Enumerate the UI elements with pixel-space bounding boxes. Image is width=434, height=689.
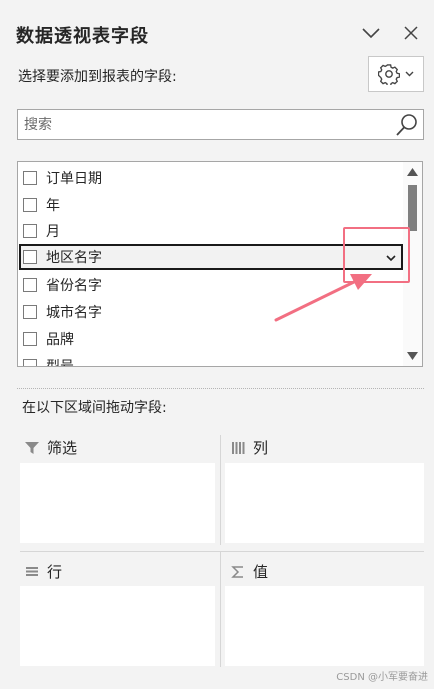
field-label: 省份名字 <box>46 277 102 294</box>
field-label: 地区名字 <box>46 250 102 266</box>
areas-instruction: 在以下区域间拖动字段: <box>22 400 167 416</box>
rows-area-header: 行 <box>25 561 62 582</box>
field-list-instruction: 选择要添加到报表的字段: <box>18 69 177 85</box>
rows-icon <box>26 566 38 576</box>
scroll-up-arrow-icon[interactable] <box>407 168 418 176</box>
close-icon <box>404 26 418 40</box>
columns-drop-zone[interactable] <box>225 463 424 543</box>
field-item-model[interactable]: 型号 <box>18 352 404 367</box>
field-item-order-date[interactable]: 订单日期 <box>18 164 404 191</box>
area-separator <box>20 551 424 552</box>
chevron-down-icon <box>362 28 380 39</box>
field-checkbox[interactable] <box>23 197 37 212</box>
field-checkbox[interactable] <box>23 250 37 264</box>
scroll-down-arrow-icon[interactable] <box>407 352 418 360</box>
rows-drop-zone[interactable] <box>20 586 215 666</box>
panel-title: 数据透视表字段 <box>16 26 149 47</box>
area-separator <box>220 552 221 667</box>
rows-area-label: 行 <box>47 563 63 581</box>
gear-icon <box>378 64 400 85</box>
close-button[interactable] <box>400 22 422 44</box>
field-checkbox[interactable] <box>23 277 37 292</box>
field-label: 年 <box>46 197 60 214</box>
field-label: 型号 <box>46 358 74 367</box>
field-label: 品牌 <box>46 331 74 348</box>
field-label: 订单日期 <box>46 170 102 187</box>
search-box[interactable] <box>17 109 424 140</box>
field-label: 城市名字 <box>46 304 102 321</box>
field-checkbox[interactable] <box>23 170 37 185</box>
values-area-header: 值 <box>231 561 268 582</box>
values-area-label: 值 <box>253 563 269 581</box>
columns-area-label: 列 <box>253 439 269 457</box>
field-checkbox[interactable] <box>23 331 37 346</box>
filters-area-header: 筛选 <box>25 437 77 458</box>
field-checkbox[interactable] <box>23 223 37 238</box>
search-icon[interactable] <box>395 113 419 137</box>
section-divider <box>17 388 424 389</box>
field-label: 月 <box>46 223 60 240</box>
chevron-down-icon <box>405 71 414 77</box>
field-item-brand[interactable]: 品牌 <box>18 325 404 352</box>
columns-area-header: 列 <box>231 437 268 458</box>
field-checkbox[interactable] <box>23 304 37 319</box>
area-separator <box>220 435 221 545</box>
field-checkbox[interactable] <box>23 358 37 366</box>
filter-icon <box>25 441 39 454</box>
filters-area-label: 筛选 <box>47 439 78 457</box>
highlight-box <box>343 227 410 283</box>
collapse-button[interactable] <box>360 22 382 44</box>
sigma-icon <box>231 565 243 578</box>
watermark: CSDN @小军要奋进 <box>336 672 428 683</box>
tools-button[interactable] <box>368 56 424 92</box>
columns-icon <box>232 441 245 454</box>
field-item-city-name[interactable]: 城市名字 <box>18 298 404 325</box>
search-input[interactable] <box>24 115 394 135</box>
values-drop-zone[interactable] <box>225 586 424 666</box>
field-item-year[interactable]: 年 <box>18 191 404 218</box>
filters-drop-zone[interactable] <box>20 463 215 543</box>
scrollbar-thumb[interactable] <box>408 185 417 231</box>
